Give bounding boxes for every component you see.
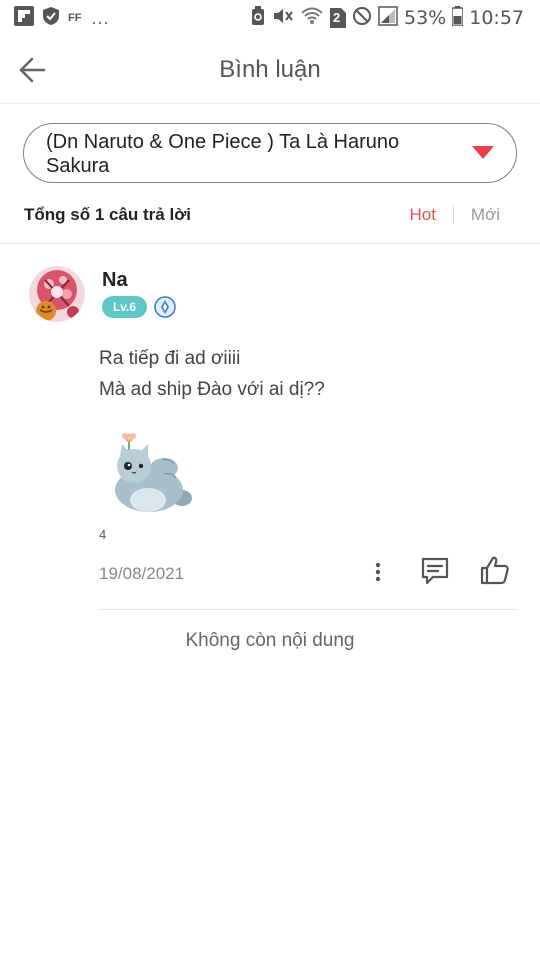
status-bar-left: FF ... [14,5,110,31]
signal-icon [378,5,398,31]
sort-new-tab[interactable]: Mới [471,205,500,225]
sort-divider [453,205,454,224]
more-vertical-icon [375,562,381,582]
total-replies-label: Tổng số 1 câu trả lời [24,205,192,224]
mute-icon [272,6,294,31]
avatar-image [29,266,85,322]
shield-icon [42,6,60,31]
recycle-icon [250,5,266,31]
comment-reply-icon [421,557,449,585]
comment-body: Ra tiếp đi ad ơiiii Mà ad ship Đào với a… [99,343,325,405]
no-disturb-icon [352,6,372,31]
cat-sticker [104,430,196,514]
comment-date: 19/08/2021 [99,564,185,583]
story-title: (Dn Naruto & One Piece ) Ta Là Haruno Sa… [46,131,400,177]
end-of-content-label: Không còn nội dung [185,630,355,651]
more-options-button[interactable] [366,558,390,586]
thumbs-up-icon [480,556,509,585]
battery-icon [451,5,464,31]
like-button[interactable] [478,553,512,587]
battery-percent: 53% [404,7,447,29]
page-title: Bình luận [219,56,321,83]
sim-2-label: 2 [333,10,341,25]
clock: 10:57 [469,7,524,29]
sim-2-icon: 2 [330,8,346,28]
flipboard-icon [14,5,34,31]
level-badge: Lv.6 [102,296,147,318]
wifi-icon [300,6,324,31]
sort-hot-tab[interactable]: Hot [410,205,436,225]
comment-divider [99,609,517,610]
status-bar-right: 2 53% 10:57 [250,5,524,31]
avatar[interactable] [29,266,85,322]
app-header: Bình luận [0,36,540,104]
more-notifications-indicator: ... [91,7,110,28]
comment-line: Mà ad ship Đào với ai dị?? [99,379,325,400]
reply-button[interactable] [418,554,452,588]
like-count: 4 [99,527,107,542]
status-bar: FF ... 2 53% 10:57 [0,0,540,36]
summary-row: Tổng số 1 câu trả lời Hot Mới [0,184,540,244]
comment-line: Ra tiếp đi ad ơiiii [99,348,241,369]
notification-text: FF [68,12,82,24]
story-selector[interactable]: (Dn Naruto & One Piece ) Ta Là Haruno Sa… [23,123,517,183]
dropdown-caret-icon [472,146,494,159]
comment-username[interactable]: Na [102,269,128,292]
vip-badge-icon [154,296,176,318]
